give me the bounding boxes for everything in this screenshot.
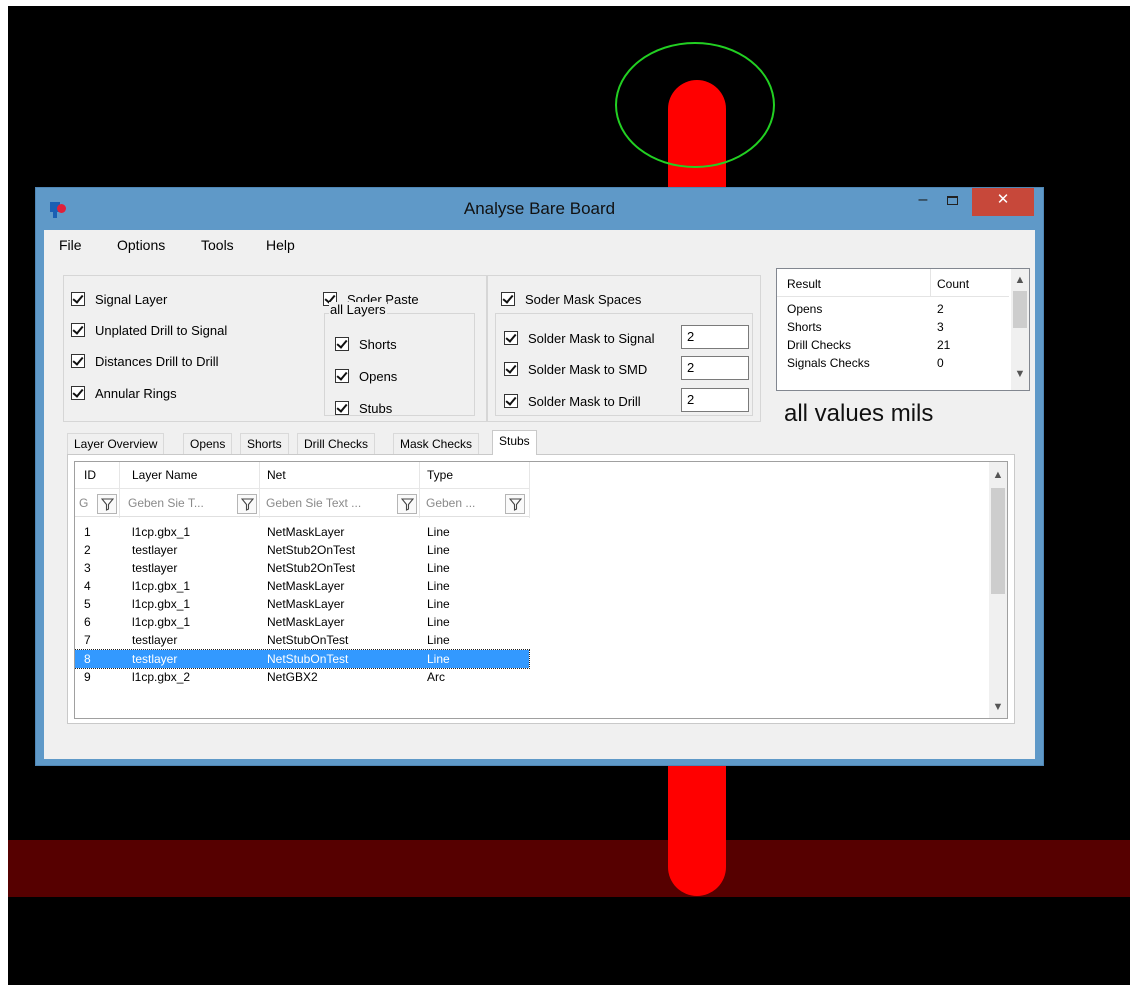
menu-options[interactable]: Options xyxy=(117,237,165,253)
filter-icon[interactable] xyxy=(397,494,417,514)
mask-to-drill-input[interactable]: 2 xyxy=(681,388,749,412)
filter-input-type[interactable]: Geben ... xyxy=(423,492,505,514)
mask-to-signal-input[interactable]: 2 xyxy=(681,325,749,349)
result-grid[interactable]: Result Count Opens 2 Shorts 3 Drill Checks… xyxy=(776,268,1030,391)
filter-input-layer-name[interactable]: Geben Sie T... xyxy=(125,492,237,514)
checkbox-checked[interactable] xyxy=(335,369,349,383)
checkbox-checked[interactable] xyxy=(335,401,349,415)
maximize-icon xyxy=(946,196,958,205)
scroll-down-arrow-icon[interactable]: ▼ xyxy=(989,698,1007,716)
check-opens[interactable]: Opens xyxy=(335,367,397,385)
table-row[interactable]: 3 testlayer NetStub2OnTest Line xyxy=(75,559,529,577)
table-row[interactable]: 1 l1cp.gbx_1 NetMaskLayer Line xyxy=(75,523,529,541)
check-mask-to-drill[interactable]: Solder Mask to Drill xyxy=(504,392,641,410)
stubs-grid-header: ID Layer Name Net Type xyxy=(75,462,529,488)
check-unplated-drill[interactable]: Unplated Drill to Signal xyxy=(71,321,227,339)
table-row[interactable]: 2 testlayer NetStub2OnTest Line xyxy=(75,541,529,559)
check-mask-to-smd[interactable]: Solder Mask to SMD xyxy=(504,360,647,378)
scroll-thumb[interactable] xyxy=(1013,291,1027,328)
column-header-type[interactable]: Type xyxy=(427,468,453,482)
tab-drill-checks[interactable]: Drill Checks xyxy=(297,433,376,454)
check-stubs[interactable]: Stubs xyxy=(335,399,392,417)
column-header-net[interactable]: Net xyxy=(267,468,286,482)
checkbox-checked[interactable] xyxy=(501,292,515,306)
check-annular-rings[interactable]: Annular Rings xyxy=(71,384,177,402)
checkbox-checked[interactable] xyxy=(71,354,85,368)
result-row[interactable]: Shorts 3 xyxy=(777,318,1009,336)
stubs-grid-scrollbar[interactable]: ▲ ▼ xyxy=(989,462,1007,718)
result-row[interactable]: Signals Checks 0 xyxy=(777,354,1009,372)
scroll-down-arrow-icon[interactable]: ▼ xyxy=(1011,365,1029,383)
close-button[interactable]: ✕ xyxy=(972,188,1034,216)
menu-tools[interactable]: Tools xyxy=(201,237,234,253)
menu-file[interactable]: File xyxy=(59,237,82,253)
table-row[interactable]: 9 l1cp.gbx_2 NetGBX2 Arc xyxy=(75,668,529,686)
table-row[interactable]: 5 l1cp.gbx_1 NetMaskLayer Line xyxy=(75,595,529,613)
minimize-button[interactable]: – xyxy=(909,188,937,216)
checkbox-checked[interactable] xyxy=(71,292,85,306)
table-row-selected[interactable]: 8 testlayer NetStubOnTest Line xyxy=(75,649,530,669)
filter-row: G Geben Sie T... Geben Sie Text ... Gebe… xyxy=(75,488,529,517)
filter-icon[interactable] xyxy=(505,494,525,514)
checkbox-checked[interactable] xyxy=(504,362,518,376)
pcb-copper-band xyxy=(8,840,1130,897)
scroll-thumb[interactable] xyxy=(991,488,1005,594)
check-soder-mask-spaces[interactable]: Soder Mask Spaces xyxy=(501,290,641,308)
stubs-grid[interactable]: ID Layer Name Net Type G Geben Sie T... … xyxy=(74,461,1008,719)
checkbox-checked[interactable] xyxy=(504,331,518,345)
checkbox-checked[interactable] xyxy=(71,386,85,400)
analyse-bare-board-window: Analyse Bare Board – ✕ File Options Tool… xyxy=(35,187,1044,766)
result-grid-header: Result Count xyxy=(777,269,1009,297)
scroll-up-arrow-icon[interactable]: ▲ xyxy=(989,466,1007,484)
check-shorts[interactable]: Shorts xyxy=(335,335,397,353)
checkbox-checked[interactable] xyxy=(71,323,85,337)
filter-input-id[interactable]: G xyxy=(76,492,98,514)
column-header-result[interactable]: Result xyxy=(787,277,821,291)
stubs-tab-page: ID Layer Name Net Type G Geben Sie T... … xyxy=(67,454,1015,724)
checkbox-checked[interactable] xyxy=(335,337,349,351)
tab-layer-overview[interactable]: Layer Overview xyxy=(67,433,165,454)
result-row[interactable]: Opens 2 xyxy=(777,300,1009,318)
mask-to-smd-input[interactable]: 2 xyxy=(681,356,749,380)
table-row[interactable]: 7 testlayer NetStubOnTest Line xyxy=(75,631,529,649)
title-bar[interactable]: Analyse Bare Board – ✕ xyxy=(36,188,1043,230)
all-layers-caption: all Layers xyxy=(329,302,387,317)
column-header-count[interactable]: Count xyxy=(937,277,969,291)
check-signal-layer[interactable]: Signal Layer xyxy=(71,290,167,308)
result-grid-scrollbar[interactable]: ▲ ▼ xyxy=(1011,269,1029,390)
tab-stubs[interactable]: Stubs xyxy=(492,430,537,455)
units-label: all values mils xyxy=(784,400,934,427)
window-title: Analyse Bare Board xyxy=(463,199,616,218)
stub-marker-circle xyxy=(615,42,775,168)
check-mask-to-signal[interactable]: Solder Mask to Signal xyxy=(504,329,654,347)
menu-help[interactable]: Help xyxy=(266,237,295,253)
result-row[interactable]: Drill Checks 21 xyxy=(777,336,1009,354)
maximize-button[interactable] xyxy=(937,188,967,216)
filter-icon[interactable] xyxy=(237,494,257,514)
tab-mask-checks[interactable]: Mask Checks xyxy=(393,433,480,454)
table-row[interactable]: 4 l1cp.gbx_1 NetMaskLayer Line xyxy=(75,577,529,595)
check-drill-to-drill[interactable]: Distances Drill to Drill xyxy=(71,352,219,370)
checkbox-checked[interactable] xyxy=(504,394,518,408)
filter-icon[interactable] xyxy=(97,494,117,514)
window-client: File Options Tools Help Signal Layer Unp… xyxy=(44,230,1035,759)
column-header-id[interactable]: ID xyxy=(84,468,96,482)
table-row[interactable]: 6 l1cp.gbx_1 NetMaskLayer Line xyxy=(75,613,529,631)
tab-opens[interactable]: Opens xyxy=(183,433,233,454)
filter-input-net[interactable]: Geben Sie Text ... xyxy=(263,492,397,514)
tab-shorts[interactable]: Shorts xyxy=(240,433,289,454)
menu-bar: File Options Tools Help xyxy=(44,230,1035,260)
column-header-layer-name[interactable]: Layer Name xyxy=(132,468,197,482)
scroll-up-arrow-icon[interactable]: ▲ xyxy=(1011,271,1029,289)
